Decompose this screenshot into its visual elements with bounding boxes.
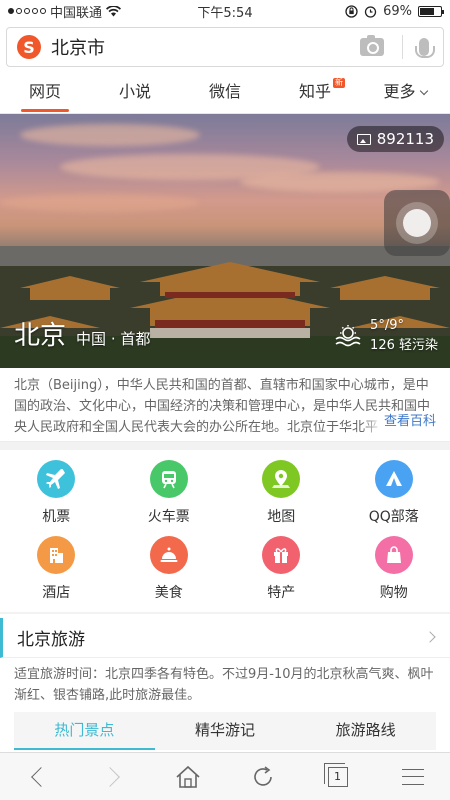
- search-bar: S 北京市: [0, 22, 450, 72]
- smog-weather-icon: [335, 325, 361, 347]
- service-hotel[interactable]: 酒店: [0, 536, 113, 612]
- forward-button[interactable]: [75, 753, 150, 800]
- travel-card-header[interactable]: 北京旅游: [0, 618, 450, 658]
- shopping-bag-icon: [374, 536, 413, 574]
- back-arrow-icon: [30, 766, 51, 787]
- temperature: 5°/9°: [370, 318, 404, 333]
- tab-more[interactable]: 更多: [360, 72, 450, 114]
- city-country: 中国: [76, 330, 107, 348]
- signal-icon: [8, 8, 46, 14]
- home-button[interactable]: [150, 753, 225, 800]
- service-qq-tribe[interactable]: QQ部落: [338, 460, 450, 536]
- status-bar: 中国联通 下午5:54 69%: [0, 0, 450, 22]
- subtab-travel-notes[interactable]: 精华游记: [155, 712, 296, 750]
- battery-icon: [418, 5, 444, 17]
- city-name: 北京: [14, 321, 67, 351]
- travel-title: 北京旅游: [17, 630, 85, 650]
- dish-icon: [149, 536, 188, 574]
- travel-subtabs: 热门景点 精华游记 旅游路线: [14, 712, 436, 750]
- tab-wechat[interactable]: 微信: [180, 72, 270, 114]
- new-badge: 新: [333, 77, 345, 88]
- refresh-icon: [253, 765, 272, 786]
- camera-icon[interactable]: [360, 35, 384, 56]
- search-query[interactable]: 北京市: [51, 34, 360, 60]
- tab-zhihu[interactable]: 知乎新: [270, 72, 360, 114]
- sogou-logo-icon: S: [17, 35, 41, 59]
- alarm-icon: [364, 5, 377, 18]
- wifi-icon: [106, 5, 122, 16]
- home-icon: [175, 765, 200, 788]
- city-capital: 首都: [120, 330, 151, 348]
- view-encyclopedia-link[interactable]: 查看百科: [361, 411, 436, 432]
- menu-button[interactable]: [375, 753, 450, 800]
- service-map[interactable]: 地图: [225, 460, 338, 536]
- plane-icon: [37, 460, 76, 498]
- air-quality: 126 轻污染: [370, 338, 438, 353]
- tabs-button[interactable]: 1: [300, 753, 375, 800]
- microphone-icon[interactable]: [415, 38, 435, 58]
- forward-arrow-icon: [99, 766, 120, 787]
- city-intro[interactable]: 北京（Beijing），中华人民共和国的首都、直辖市和国家中心城市，是中国的政治…: [0, 368, 450, 442]
- chevron-right-icon: [424, 631, 436, 643]
- service-grid: 机票 火车票 地图 QQ部落 酒店 美食 特产 购物: [0, 450, 450, 612]
- service-specialty[interactable]: 特产: [225, 536, 338, 612]
- search-input[interactable]: S 北京市: [6, 27, 444, 67]
- map-pin-icon: [262, 460, 301, 498]
- city-title: 北京 中国 · 首都: [14, 315, 150, 352]
- weather-widget[interactable]: 5°/9° 126 轻污染: [334, 316, 438, 356]
- search-tabs: 网页 小说 微信 知乎新 更多: [0, 72, 450, 114]
- separator-dot: ·: [110, 330, 116, 348]
- photo-count-badge[interactable]: 892113: [346, 126, 444, 152]
- service-train[interactable]: 火车票: [113, 460, 226, 536]
- tab-web[interactable]: 网页: [0, 72, 90, 114]
- hotel-icon: [37, 536, 76, 574]
- tent-icon: [374, 460, 413, 498]
- city-hero-image[interactable]: 892113 北京 中国 · 首都 5°/9° 126 轻污染: [0, 114, 450, 368]
- train-icon: [149, 460, 188, 498]
- tab-count: 1: [323, 762, 348, 787]
- chevron-down-icon: [419, 86, 428, 95]
- gift-icon: [262, 536, 301, 574]
- subtab-hot-spots[interactable]: 热门景点: [14, 712, 155, 750]
- refresh-button[interactable]: [225, 753, 300, 800]
- travel-card: 北京旅游 适宜旅游时间：北京四季各有特色。不过9月-10月的北京秋高气爽、枫叶渐…: [0, 614, 450, 754]
- back-button[interactable]: [0, 753, 75, 800]
- divider: [402, 35, 403, 59]
- service-food[interactable]: 美食: [113, 536, 226, 612]
- travel-description: 适宜旅游时间：北京四季各有特色。不过9月-10月的北京秋高气爽、枫叶渐红、银杏铺…: [14, 667, 434, 703]
- menu-icon: [401, 768, 424, 785]
- service-flights[interactable]: 机票: [0, 460, 113, 536]
- battery-percent: 69%: [383, 3, 412, 19]
- assistive-touch-button[interactable]: [384, 190, 450, 256]
- bottom-toolbar: 1: [0, 752, 450, 800]
- tab-novel[interactable]: 小说: [90, 72, 180, 114]
- image-icon: [356, 133, 371, 145]
- subtab-travel-routes[interactable]: 旅游路线: [295, 712, 436, 750]
- service-shopping[interactable]: 购物: [338, 536, 450, 612]
- rotation-lock-icon: [345, 4, 358, 18]
- carrier-label: 中国联通: [50, 5, 103, 21]
